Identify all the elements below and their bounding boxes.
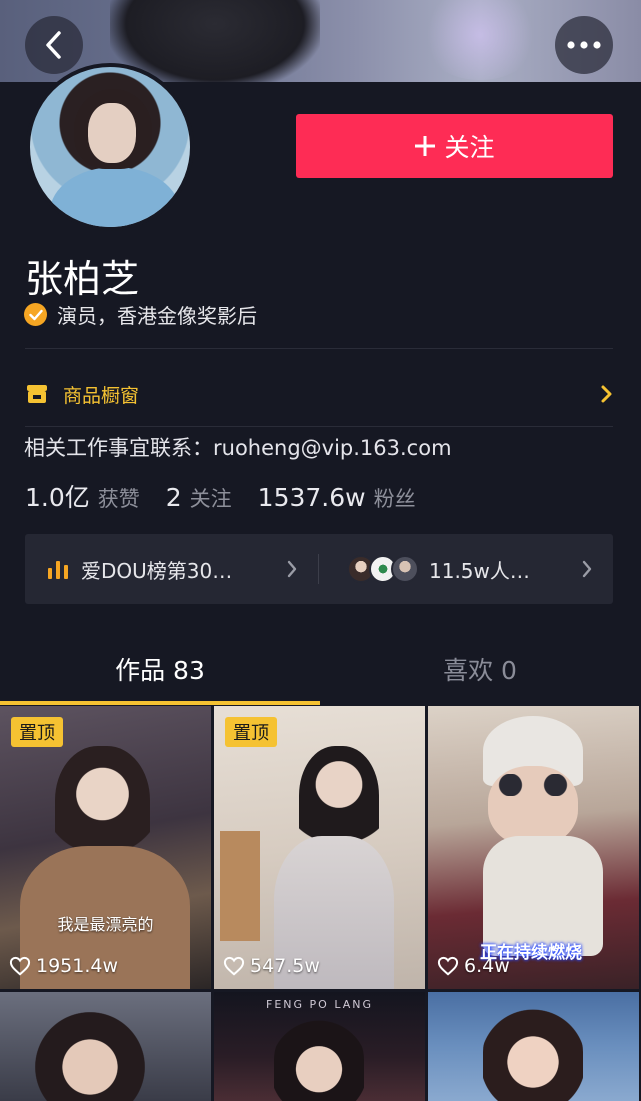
pinned-badge: 置顶 [225, 717, 277, 747]
heart-icon [223, 956, 245, 976]
video-grid: 置顶 我是最漂亮的 1951.4w 置顶 547.5w 正在持续燃烧 6.4w … [0, 706, 641, 1101]
avatar-face [88, 103, 136, 163]
divider [25, 426, 613, 427]
fans-entry[interactable]: 11.5w人… [319, 534, 613, 604]
shop-window-label: 商品橱窗 [63, 384, 140, 407]
content-tabs: 作品 83 喜欢 0 [0, 632, 641, 706]
ellipsis-icon [567, 41, 601, 49]
bar-chart-icon [48, 561, 68, 579]
video-likes: 547.5w [223, 955, 320, 977]
video-title: FENG PO LANG [266, 998, 373, 1011]
likes-count: 1.0亿 [25, 483, 90, 512]
video-likes-count: 1951.4w [36, 955, 119, 977]
fans-text: 11.5w人… [429, 558, 530, 583]
following-label[interactable]: 关注 [190, 483, 232, 513]
video-thumbnail[interactable] [428, 992, 639, 1101]
plus-icon [415, 136, 436, 156]
follow-button[interactable]: 关注 [296, 114, 613, 178]
tab-likes-label: 喜欢 0 [443, 656, 517, 685]
verification-row: 演员，香港金像奖影后 [24, 300, 257, 329]
avatar[interactable] [26, 63, 194, 231]
video-likes: 6.4w [437, 955, 510, 977]
shelf [220, 831, 260, 941]
video-likes-count: 547.5w [250, 955, 320, 977]
tab-likes[interactable]: 喜欢 0 [320, 632, 640, 706]
fan-avatars [347, 555, 419, 583]
rank-bar: 爱DOU榜第30… 11.5w人… [25, 534, 613, 604]
shop-window-row[interactable]: 商品橱窗 [25, 371, 613, 417]
more-button[interactable] [555, 16, 613, 74]
video-likes-count: 6.4w [464, 955, 510, 977]
contact-info: 相关工作事宜联系：ruoheng@vip.163.com [24, 436, 452, 460]
video-thumbnail[interactable]: FENG PO LANG [214, 992, 425, 1101]
chevron-right-icon [582, 560, 592, 578]
chevron-right-icon [601, 385, 612, 403]
video-thumbnail[interactable]: 置顶 547.5w [214, 706, 425, 989]
thumbnail-figure [483, 1007, 583, 1101]
follow-label: 关注 [444, 133, 495, 162]
banner-light [420, 0, 540, 80]
verification-text: 演员，香港金像奖影后 [57, 304, 257, 328]
thumbnail-figure [35, 1012, 145, 1101]
avatar-coat [50, 167, 180, 227]
tab-works[interactable]: 作品 83 [0, 632, 320, 706]
likes-label: 获赞 [97, 487, 140, 511]
sunglasses [488, 774, 578, 796]
pinned-badge: 置顶 [11, 717, 63, 747]
video-likes: 1951.4w [9, 955, 118, 977]
video-caption: 我是最漂亮的 [57, 915, 154, 934]
active-tab-indicator [0, 701, 320, 705]
followers-count[interactable]: 1537.6w [258, 483, 366, 512]
idol-rank-text: 爱DOU榜第30… [81, 558, 233, 583]
back-button[interactable] [25, 16, 83, 74]
store-icon [27, 385, 47, 403]
profile-name: 张柏芝 [25, 257, 140, 301]
divider [25, 348, 613, 349]
video-thumbnail[interactable] [0, 992, 211, 1101]
video-thumbnail[interactable]: 置顶 我是最漂亮的 1951.4w [0, 706, 211, 989]
heart-icon [437, 956, 459, 976]
thumbnail-figure [274, 1017, 364, 1101]
heart-icon [9, 956, 31, 976]
followers-label[interactable]: 粉丝 [374, 483, 416, 513]
idol-rank-entry[interactable]: 爱DOU榜第30… [25, 534, 318, 604]
following-count[interactable]: 2 [166, 483, 182, 512]
tab-works-label: 作品 83 [115, 656, 205, 685]
chevron-right-icon [287, 560, 297, 578]
chevron-left-icon [46, 31, 61, 59]
video-thumbnail[interactable]: 正在持续燃烧 6.4w [428, 706, 639, 989]
avatar [391, 555, 419, 583]
profile-stats: 1.0亿 获赞 2 关注 1537.6w 粉丝 [25, 478, 442, 514]
verified-icon [24, 303, 47, 326]
